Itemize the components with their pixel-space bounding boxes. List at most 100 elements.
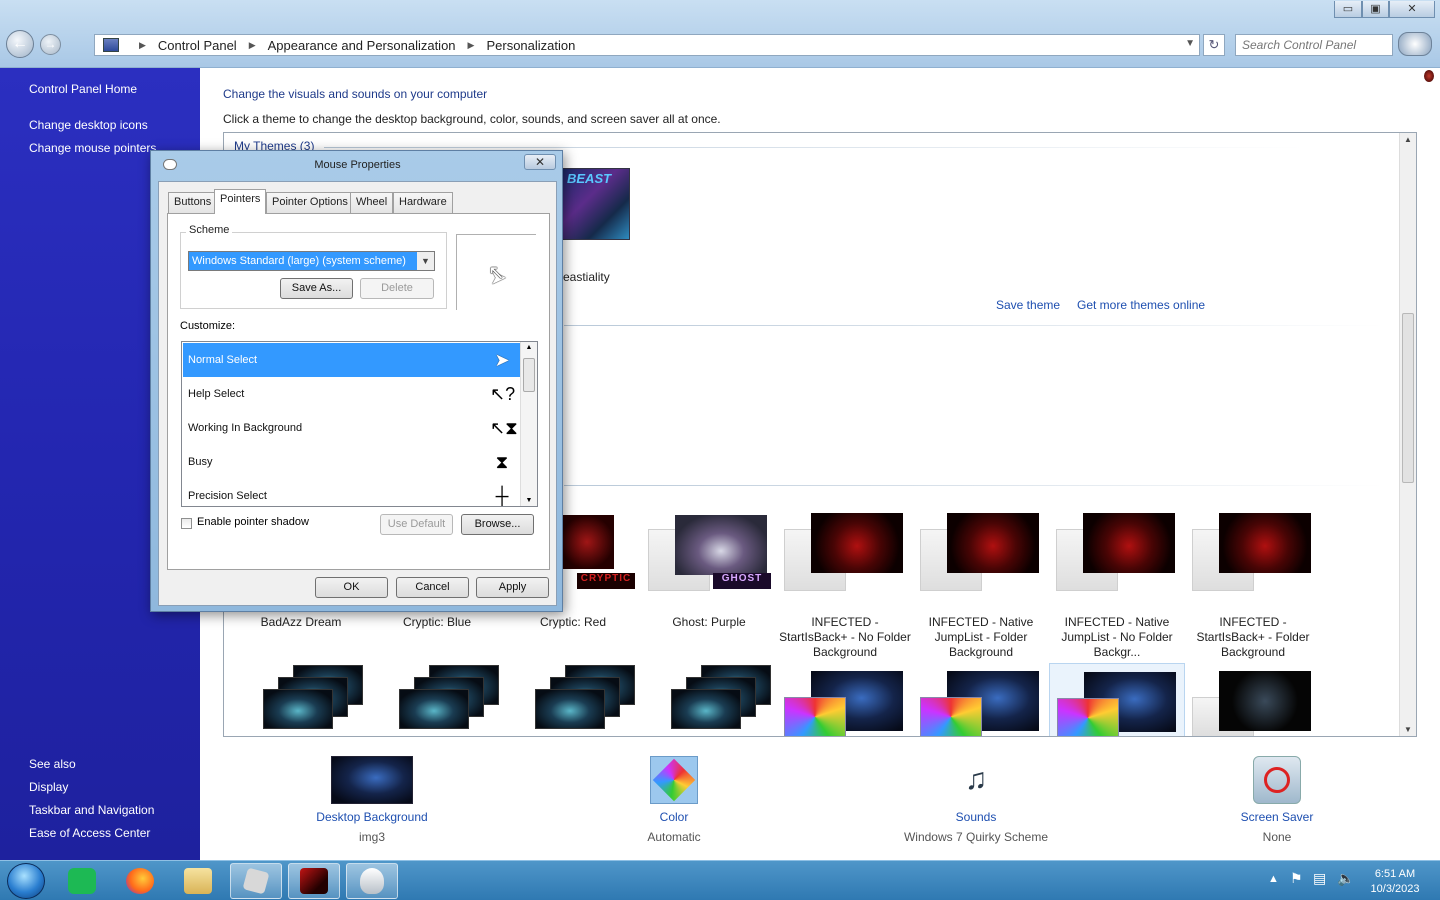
scroll-up-icon[interactable]: ▲ [521, 344, 537, 351]
enable-shadow-checkbox[interactable] [181, 518, 192, 529]
taskbar-app-explorer[interactable] [172, 863, 224, 899]
forward-arrow-icon[interactable]: → [40, 34, 61, 55]
taskbar-app-spotify[interactable] [56, 863, 108, 899]
taskbar-app-mouse[interactable] [346, 863, 398, 899]
scheme-select[interactable]: Windows Standard (large) (system scheme)… [188, 251, 435, 271]
theme-name[interactable]: eastiality [563, 270, 610, 284]
browse-button[interactable]: Browse... [461, 514, 534, 535]
network-icon[interactable]: ▤ [1313, 870, 1326, 887]
page-title: Change the visuals and sounds on your co… [223, 87, 488, 101]
close-button[interactable]: ✕ [1389, 1, 1435, 18]
page-description: Click a theme to change the desktop back… [223, 112, 721, 126]
list-item[interactable]: Help Select ↖? [183, 377, 520, 411]
pointer-list-scrollbar[interactable]: ▲ ▼ [520, 342, 537, 506]
chevron-right-icon[interactable]: ▶ [139, 40, 146, 51]
tab-hardware[interactable]: Hardware [393, 192, 453, 213]
desktop-background-item[interactable]: Desktop Background img3 [272, 756, 472, 844]
theme-item[interactable] [777, 663, 913, 736]
pointer-list[interactable]: Normal Select ➤ Help Select ↖? Working I… [181, 341, 538, 507]
chevron-down-icon[interactable]: ▼ [417, 252, 434, 270]
sidebar-item-display[interactable]: Display [29, 780, 68, 794]
scrollbar-thumb[interactable] [523, 358, 535, 392]
theme-thumbnail [560, 515, 614, 569]
dialog-body: Buttons Pointers Pointer Options Wheel H… [158, 181, 557, 606]
roblox-icon [242, 867, 270, 895]
theme-item[interactable] [641, 663, 777, 736]
volume-icon[interactable]: 🔈 [1337, 870, 1354, 887]
theme-item[interactable]: INFECTED - Native JumpList - No Folder B… [1049, 513, 1185, 663]
scroll-down-icon[interactable]: ▼ [521, 497, 537, 504]
chevron-down-icon[interactable]: ▼ [1185, 38, 1195, 49]
refresh-icon[interactable]: ↻ [1203, 34, 1225, 56]
sounds-item[interactable]: ♫ Sounds Windows 7 Quirky Scheme [876, 756, 1076, 844]
apply-button[interactable]: Apply [476, 577, 549, 598]
help-icon[interactable] [1398, 32, 1432, 56]
enable-shadow-label[interactable]: Enable pointer shadow [197, 516, 309, 528]
theme-item-selected[interactable] [1049, 663, 1185, 736]
sidebar-item-change-desktop-icons[interactable]: Change desktop icons [29, 118, 148, 132]
color-item[interactable]: Color Automatic [574, 756, 774, 844]
theme-item[interactable]: INFECTED - StartIsBack+ - Folder Backgro… [1185, 513, 1321, 663]
screen-saver-item[interactable]: Screen Saver None [1177, 756, 1377, 844]
clock[interactable]: 6:51 AM 10/3/2023 [1360, 867, 1430, 897]
cancel-button[interactable]: Cancel [396, 577, 469, 598]
use-default-button[interactable]: Use Default [380, 514, 453, 535]
sidebar-item-change-mouse-pointers[interactable]: Change mouse pointers [29, 141, 156, 155]
theme-item[interactable] [913, 663, 1049, 736]
color-label[interactable]: Color [574, 810, 774, 824]
tab-pointers[interactable]: Pointers [214, 189, 267, 214]
chevron-right-icon[interactable]: ▶ [468, 40, 475, 51]
sidebar-item-taskbar-navigation[interactable]: Taskbar and Navigation [29, 803, 154, 817]
tab-pointer-options[interactable]: Pointer Options [266, 192, 354, 213]
theme-item[interactable]: GHOST Ghost: Purple [641, 513, 777, 663]
breadcrumb-personalization[interactable]: Personalization [486, 38, 575, 53]
sidebar-item-control-panel-home[interactable]: Control Panel Home [29, 82, 137, 96]
sidebar-item-ease-of-access[interactable]: Ease of Access Center [29, 826, 150, 840]
delete-button[interactable]: Delete [360, 278, 434, 299]
theme-name: Cryptic: Blue [402, 615, 472, 629]
scroll-up-icon[interactable]: ▲ [1400, 135, 1416, 144]
action-center-flag-icon[interactable]: ⚑ [1290, 870, 1303, 887]
sounds-label[interactable]: Sounds [876, 810, 1076, 824]
minimize-button[interactable]: ▭ [1334, 1, 1362, 18]
theme-item[interactable]: INFECTED - StartIsBack+ - No Folder Back… [777, 513, 913, 663]
theme-item[interactable] [233, 663, 369, 736]
pointer-name: Help Select [188, 388, 245, 400]
taskbar-app-firefox[interactable] [114, 863, 166, 899]
themes-scrollbar[interactable]: ▲ ▼ [1399, 133, 1416, 736]
breadcrumb-appearance[interactable]: Appearance and Personalization [268, 38, 456, 53]
dialog-close-button[interactable]: ✕ [524, 154, 556, 170]
list-item[interactable]: Normal Select ➤ [183, 343, 520, 377]
address-bar[interactable]: ▶ Control Panel ▶ Appearance and Persona… [94, 34, 1200, 56]
pointer-name: Working In Background [188, 422, 303, 434]
breadcrumb-control-panel[interactable]: Control Panel [158, 38, 237, 53]
chevron-right-icon[interactable]: ▶ [249, 40, 256, 51]
taskbar-app-control-panel[interactable] [288, 863, 340, 899]
scrollbar-thumb[interactable] [1402, 313, 1414, 483]
theme-thumbnail-beast[interactable]: BEAST [562, 168, 630, 240]
theme-item[interactable] [1185, 663, 1321, 736]
theme-item[interactable] [369, 663, 505, 736]
theme-thumbnail [675, 515, 767, 575]
search-input[interactable]: Search Control Panel [1235, 34, 1393, 56]
theme-item[interactable]: INFECTED - Native JumpList - Folder Back… [913, 513, 1049, 663]
ok-button[interactable]: OK [315, 577, 388, 598]
back-arrow-icon[interactable]: ← [6, 30, 34, 58]
save-as-button[interactable]: Save As... [280, 278, 353, 299]
theme-item[interactable] [505, 663, 641, 736]
save-theme-link[interactable]: Save theme [996, 298, 1060, 312]
start-button[interactable] [7, 863, 45, 899]
list-item[interactable]: Working In Background ↖⧗ [183, 411, 520, 445]
list-item[interactable]: Precision Select ┼ [183, 479, 520, 506]
maximize-button[interactable]: ▣ [1362, 1, 1389, 18]
taskbar-app-roblox[interactable] [230, 863, 282, 899]
tray-chevron-up-icon[interactable]: ▲ [1268, 873, 1279, 885]
screen-saver-label[interactable]: Screen Saver [1177, 810, 1377, 824]
list-item[interactable]: Busy ⧗ [183, 445, 520, 479]
desktop-background-label[interactable]: Desktop Background [272, 810, 472, 824]
tab-wheel[interactable]: Wheel [350, 192, 394, 213]
tab-buttons[interactable]: Buttons [168, 192, 218, 213]
scroll-down-icon[interactable]: ▼ [1400, 725, 1416, 734]
get-more-themes-link[interactable]: Get more themes online [1077, 298, 1205, 312]
theme-thumbnail [811, 513, 903, 573]
